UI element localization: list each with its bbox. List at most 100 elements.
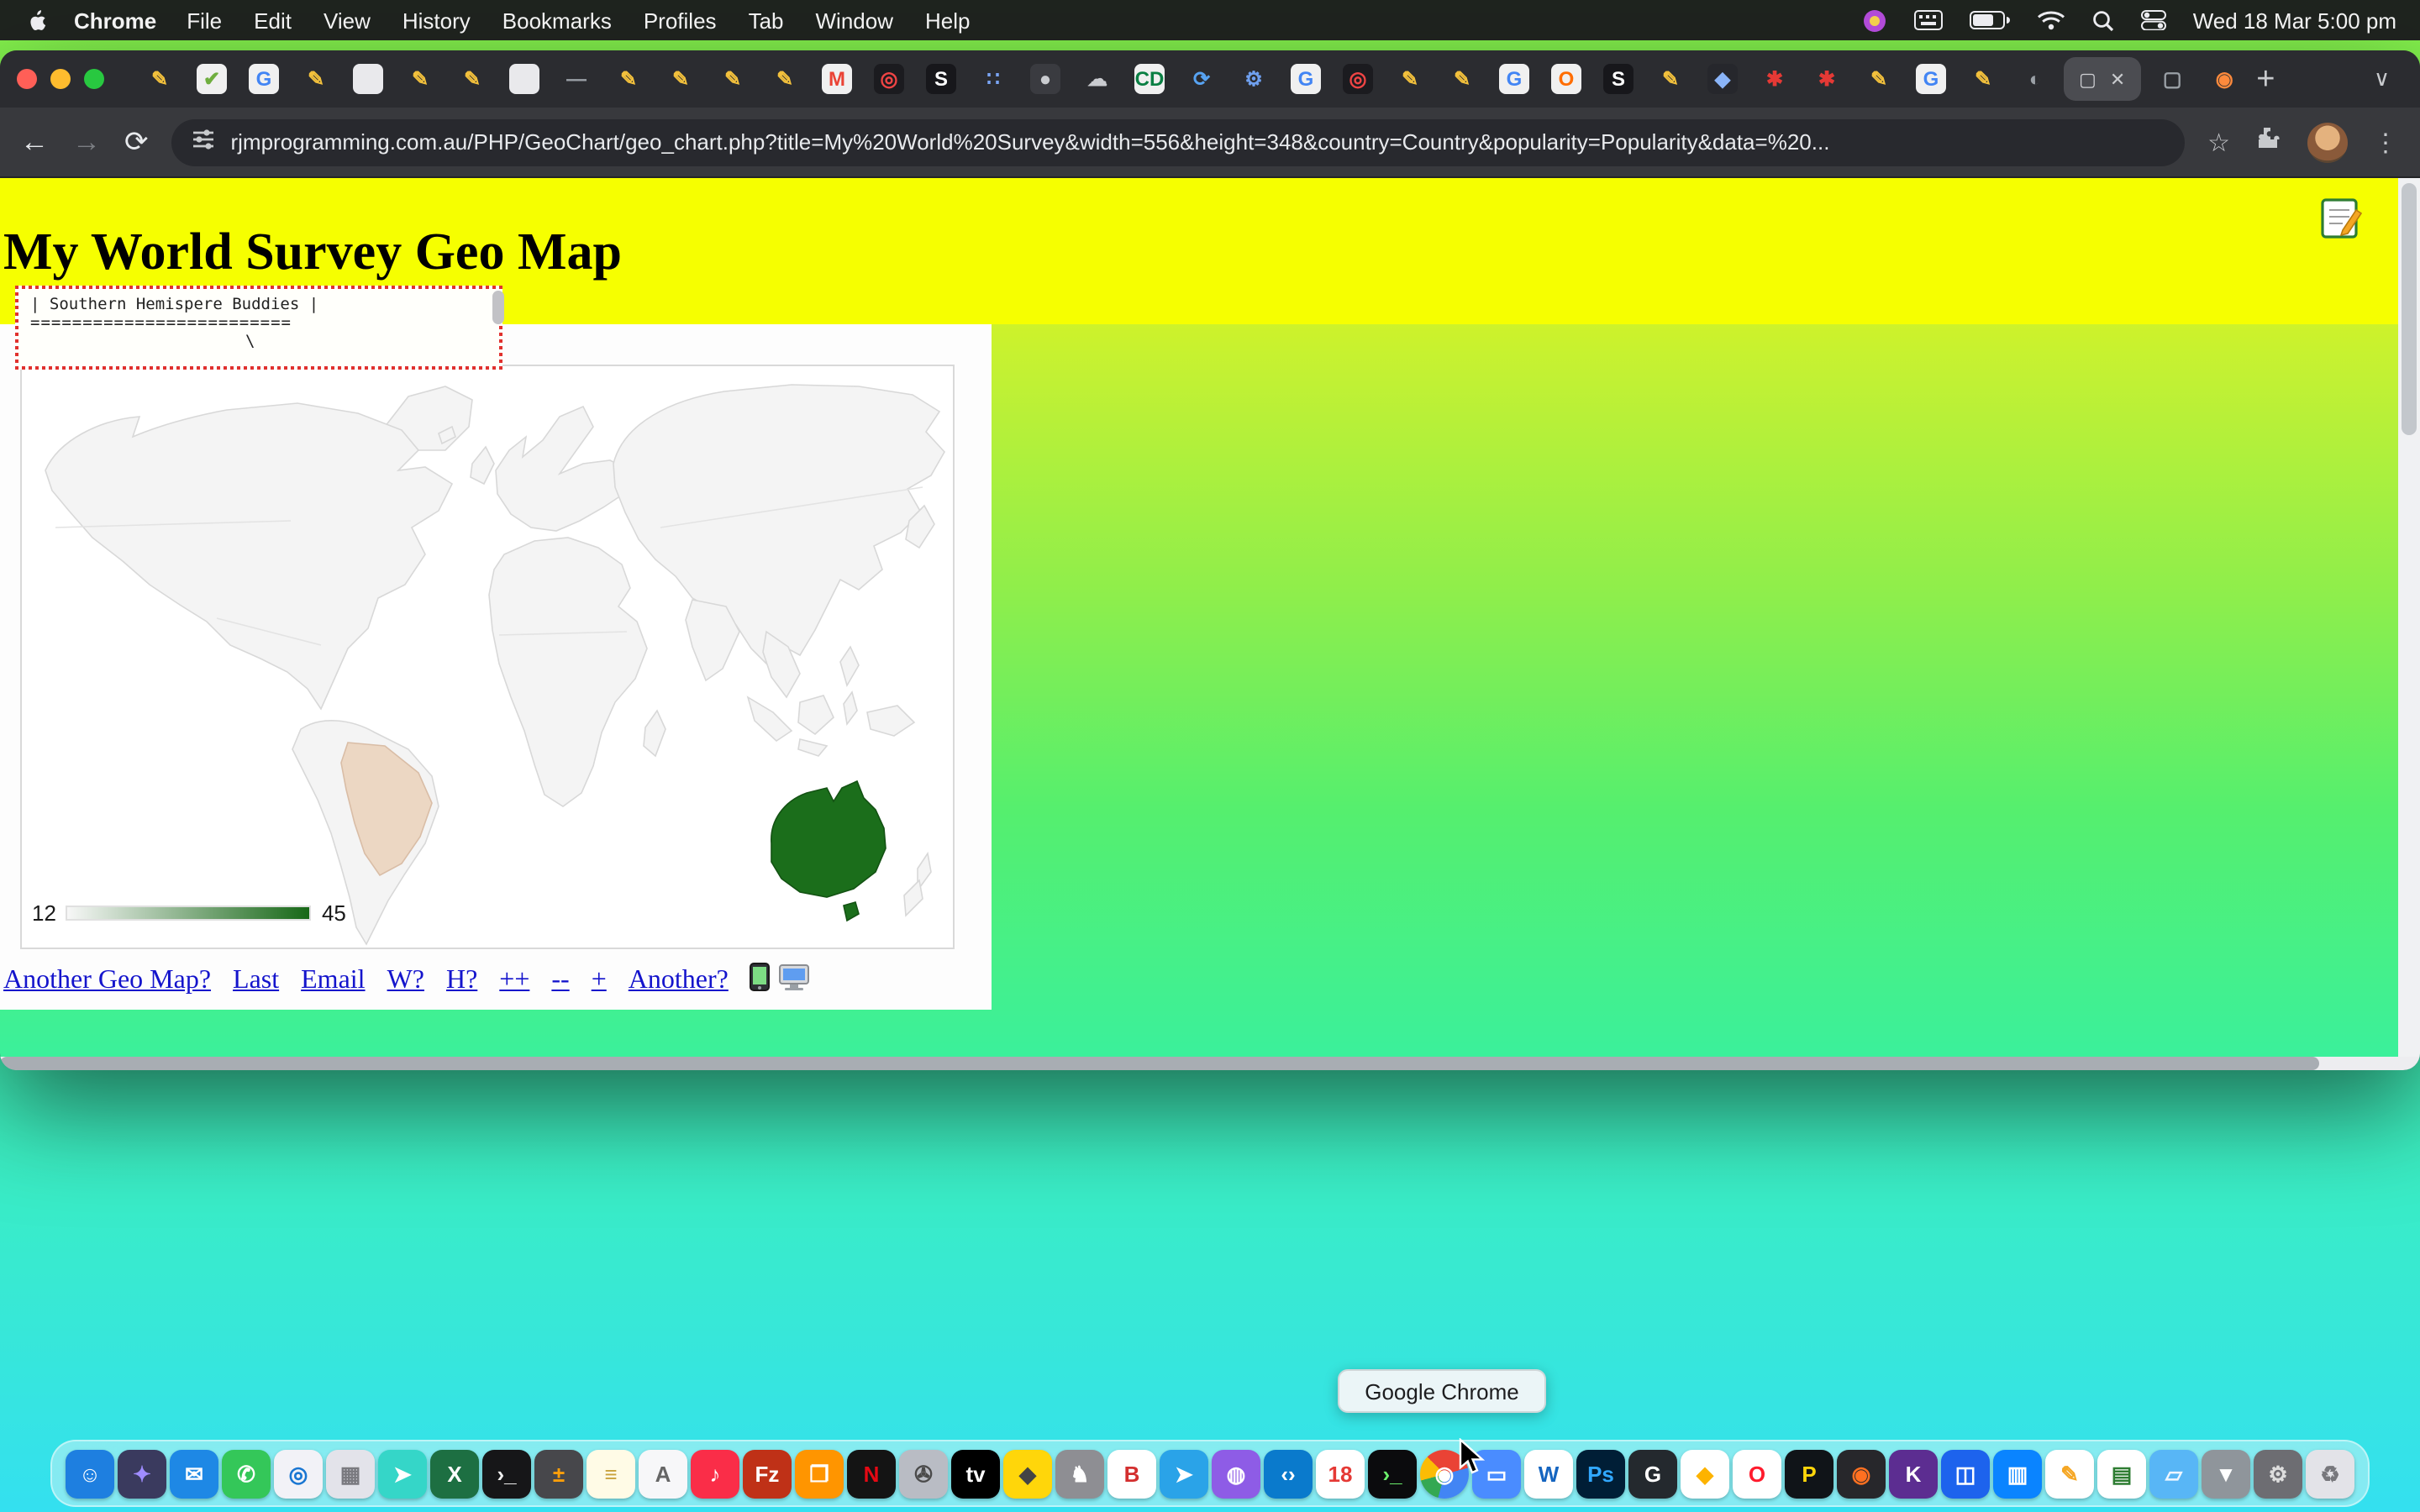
menubar-app-icon[interactable] bbox=[1862, 8, 1887, 33]
bookmark-star-icon[interactable]: ☆ bbox=[2207, 127, 2230, 157]
region-tasmania[interactable] bbox=[844, 902, 859, 921]
page-link[interactable]: + bbox=[592, 966, 607, 996]
dock-photoshop[interactable]: Ps bbox=[1576, 1449, 1625, 1498]
menu-bar-item[interactable]: Edit bbox=[254, 8, 292, 33]
spotlight-icon[interactable] bbox=[2092, 9, 2114, 31]
dock-facetime[interactable]: ✆ bbox=[222, 1449, 271, 1498]
dock-chess[interactable]: ♞ bbox=[1055, 1449, 1104, 1498]
dock-docker[interactable]: ◫ bbox=[1941, 1449, 1990, 1498]
dock-pages[interactable]: ✎ bbox=[2045, 1449, 2094, 1498]
dock-downloads[interactable]: ▼ bbox=[2202, 1449, 2250, 1498]
pinned-tab[interactable]: ✱ bbox=[1760, 64, 1790, 94]
menu-bar-item[interactable]: Bookmarks bbox=[502, 8, 612, 33]
dock-terminal[interactable]: ›_ bbox=[482, 1449, 531, 1498]
pinned-tab[interactable]: ◎ bbox=[1343, 64, 1373, 94]
menu-bar-item[interactable]: Help bbox=[925, 8, 971, 33]
pinned-tab[interactable]: ✎ bbox=[770, 64, 800, 94]
browser-menu-icon[interactable]: ⋮ bbox=[2373, 127, 2400, 157]
dock-apple-tv[interactable]: tv bbox=[951, 1449, 1000, 1498]
pinned-tab[interactable] bbox=[509, 64, 539, 94]
dock-word[interactable]: W bbox=[1524, 1449, 1573, 1498]
page-vertical-scrollbar[interactable] bbox=[2398, 178, 2420, 1057]
new-tab-button[interactable]: + bbox=[2256, 63, 2275, 95]
dock-netflix[interactable]: N bbox=[847, 1449, 896, 1498]
pinned-tab[interactable]: ✎ bbox=[457, 64, 487, 94]
page-link[interactable]: H? bbox=[446, 966, 477, 996]
pinned-tab[interactable]: ☁ bbox=[1082, 64, 1113, 94]
dock-sketch[interactable]: ◆ bbox=[1681, 1449, 1729, 1498]
memo-icon[interactable] bbox=[2319, 197, 2363, 249]
page-horizontal-scrollbar[interactable] bbox=[0, 1057, 2420, 1070]
pinned-tab[interactable]: ◆ bbox=[1707, 64, 1738, 94]
dock-github[interactable]: G bbox=[1628, 1449, 1677, 1498]
dock-excel[interactable]: X bbox=[430, 1449, 479, 1498]
pinned-tab[interactable]: ✎ bbox=[301, 64, 331, 94]
pinned-tab[interactable]: ✎ bbox=[1655, 64, 1686, 94]
tab-search-chevron-icon[interactable]: ∨ bbox=[2374, 66, 2390, 92]
pinned-tab[interactable]: ⟳ bbox=[1186, 64, 1217, 94]
dock-vscode[interactable]: ‹› bbox=[1264, 1449, 1313, 1498]
pinned-tab[interactable]: ✎ bbox=[1864, 64, 1894, 94]
dock-calendar[interactable]: 18 bbox=[1316, 1449, 1365, 1498]
pinned-tab[interactable]: ✎ bbox=[145, 64, 175, 94]
apple-menu-icon[interactable] bbox=[24, 8, 50, 32]
pinned-tab[interactable]: G bbox=[1916, 64, 1946, 94]
pinned-tab[interactable]: ▢ bbox=[2157, 64, 2187, 94]
battery-icon[interactable] bbox=[1970, 10, 2010, 30]
computer-emoji-icon[interactable] bbox=[779, 963, 811, 999]
dock-siri[interactable]: ✦ bbox=[118, 1449, 166, 1498]
page-link[interactable]: W? bbox=[387, 966, 424, 996]
dock-telegram[interactable]: ➤ bbox=[1160, 1449, 1208, 1498]
pinned-tab[interactable]: ● bbox=[1030, 64, 1060, 94]
menubar-clock[interactable]: Wed 18 Mar 5:00 pm bbox=[2193, 8, 2396, 33]
dock-calculator[interactable]: ± bbox=[534, 1449, 583, 1498]
dock-blender[interactable]: ◉ bbox=[1837, 1449, 1886, 1498]
dock-safari[interactable]: ◎ bbox=[274, 1449, 323, 1498]
minimize-window-button[interactable] bbox=[50, 69, 71, 89]
page-link[interactable]: -- bbox=[551, 966, 569, 996]
dock-mail[interactable]: ✉ bbox=[170, 1449, 218, 1498]
pinned-tab[interactable]: ◐ bbox=[2020, 64, 2050, 94]
dock-settings[interactable]: ⚙ bbox=[2254, 1449, 2302, 1498]
forward-button[interactable]: → bbox=[72, 125, 101, 159]
active-tab[interactable]: ▢ ✕ bbox=[2064, 57, 2140, 101]
pinned-tab[interactable]: O bbox=[1551, 64, 1581, 94]
dock-deliveries[interactable]: ◆ bbox=[1003, 1449, 1052, 1498]
dock-trash[interactable]: ♻ bbox=[2306, 1449, 2354, 1498]
pinned-tab[interactable]: ✎ bbox=[1395, 64, 1425, 94]
dock-automator[interactable]: ✇ bbox=[899, 1449, 948, 1498]
horizontal-scrollbar-thumb[interactable] bbox=[0, 1057, 2319, 1070]
pinned-tab[interactable]: ✱ bbox=[1812, 64, 1842, 94]
pinned-tab[interactable]: G bbox=[1291, 64, 1321, 94]
pinned-tab[interactable]: ◉ bbox=[2209, 64, 2239, 94]
tab-close-icon[interactable]: ✕ bbox=[2110, 68, 2125, 90]
dock-launchpad[interactable]: ▦ bbox=[326, 1449, 375, 1498]
dock-filezilla[interactable]: Fz bbox=[743, 1449, 792, 1498]
page-link[interactable]: Another Geo Map? bbox=[3, 966, 211, 996]
pinned-tab[interactable]: S bbox=[1603, 64, 1634, 94]
pinned-tab[interactable]: ✎ bbox=[718, 64, 748, 94]
keyboard-icon[interactable] bbox=[1914, 10, 1943, 30]
pinned-tab[interactable]: CD bbox=[1134, 64, 1165, 94]
pinned-tab[interactable] bbox=[353, 64, 383, 94]
dock-numbers[interactable]: ▤ bbox=[2097, 1449, 2146, 1498]
pinned-tab[interactable]: ✔ bbox=[197, 64, 227, 94]
phone-emoji-icon[interactable] bbox=[750, 963, 771, 1000]
dock-textedit[interactable]: A bbox=[639, 1449, 687, 1498]
dock-iterm[interactable]: ›_ bbox=[1368, 1449, 1417, 1498]
close-window-button[interactable] bbox=[17, 69, 37, 89]
menu-bar-item[interactable]: Tab bbox=[749, 8, 784, 33]
back-button[interactable]: ← bbox=[20, 125, 49, 159]
dock-bear[interactable]: B bbox=[1107, 1449, 1156, 1498]
pinned-tab[interactable]: ⚙ bbox=[1239, 64, 1269, 94]
page-link[interactable]: Email bbox=[301, 966, 365, 996]
pinned-tab[interactable]: ✎ bbox=[1968, 64, 1998, 94]
vertical-scrollbar-thumb[interactable] bbox=[2402, 183, 2417, 435]
dock-keynote[interactable]: ▥ bbox=[1993, 1449, 2042, 1498]
pinned-tab[interactable]: G bbox=[1499, 64, 1529, 94]
pinned-tab[interactable]: ✎ bbox=[1447, 64, 1477, 94]
active-app-name[interactable]: Chrome bbox=[74, 8, 156, 33]
zoom-window-button[interactable] bbox=[84, 69, 104, 89]
pinned-tab[interactable]: ∷ bbox=[978, 64, 1008, 94]
pinned-tab[interactable]: ✎ bbox=[666, 64, 696, 94]
